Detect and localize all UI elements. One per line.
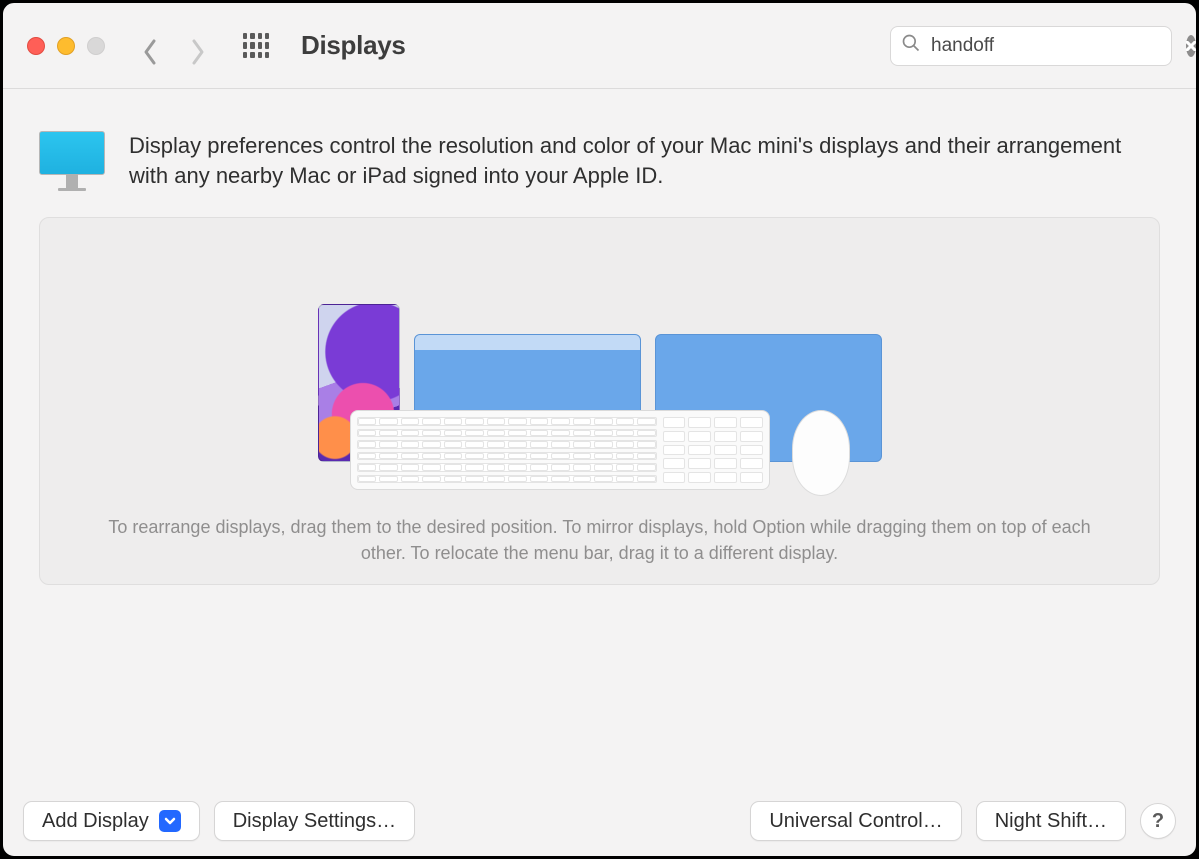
chevron-down-icon bbox=[159, 810, 181, 832]
night-shift-button[interactable]: Night Shift… bbox=[976, 801, 1126, 841]
display-arrangement-area: To rearrange displays, drag them to the … bbox=[39, 217, 1160, 585]
zoom-window-button[interactable] bbox=[87, 37, 105, 55]
intro-text: Display preferences control the resoluti… bbox=[129, 131, 1129, 190]
pane-title: Displays bbox=[301, 30, 406, 61]
display-thumbnail-main-2[interactable] bbox=[655, 334, 882, 462]
close-window-button[interactable] bbox=[27, 37, 45, 55]
universal-control-button[interactable]: Universal Control… bbox=[750, 801, 961, 841]
nav-buttons bbox=[141, 37, 207, 55]
toolbar: Displays bbox=[3, 3, 1196, 89]
system-preferences-window: Displays Display preferences control the… bbox=[0, 0, 1199, 859]
night-shift-label: Night Shift… bbox=[995, 810, 1107, 833]
universal-control-label: Universal Control… bbox=[769, 810, 942, 833]
forward-button[interactable] bbox=[189, 37, 207, 55]
search-icon bbox=[901, 33, 921, 58]
window-controls bbox=[27, 37, 105, 55]
bottom-button-row: Add Display Display Settings… Universal … bbox=[3, 786, 1196, 856]
show-all-prefs-button[interactable] bbox=[243, 33, 269, 59]
search-field[interactable] bbox=[890, 26, 1172, 66]
display-thumbnail-main-1[interactable] bbox=[414, 334, 641, 462]
display-settings-button[interactable]: Display Settings… bbox=[214, 801, 415, 841]
arrangement-hint-text: To rearrange displays, drag them to the … bbox=[40, 514, 1159, 566]
help-button[interactable]: ? bbox=[1140, 803, 1176, 839]
clear-search-button[interactable] bbox=[1186, 35, 1196, 57]
search-input[interactable] bbox=[931, 35, 1176, 57]
display-thumbnail-sidecar[interactable] bbox=[318, 304, 400, 462]
add-display-label: Add Display bbox=[42, 810, 149, 833]
displays-row bbox=[318, 304, 882, 462]
content-area: Display preferences control the resoluti… bbox=[3, 89, 1196, 786]
intro-row: Display preferences control the resoluti… bbox=[39, 131, 1160, 191]
minimize-window-button[interactable] bbox=[57, 37, 75, 55]
displays-pane-icon bbox=[39, 131, 105, 191]
add-display-button[interactable]: Add Display bbox=[23, 801, 200, 841]
back-button[interactable] bbox=[141, 37, 159, 55]
display-settings-label: Display Settings… bbox=[233, 810, 396, 833]
